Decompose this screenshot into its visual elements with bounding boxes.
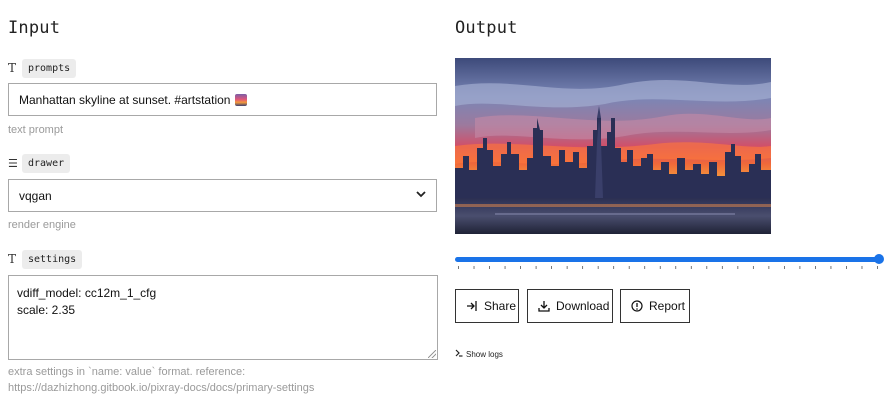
text-type-icon: T xyxy=(8,252,17,266)
settings-hint-line-1: extra settings in `name: value` format. … xyxy=(8,366,246,378)
show-logs-label: Show logs xyxy=(466,349,503,359)
output-image xyxy=(455,58,771,234)
prompts-label-text: prompts xyxy=(22,58,77,78)
settings-label-text: settings xyxy=(22,249,83,269)
download-button[interactable]: Download xyxy=(527,289,613,323)
resize-handle-icon[interactable] xyxy=(428,350,436,358)
share-button-label: Share xyxy=(484,299,517,313)
report-button-label: Report xyxy=(649,299,686,313)
share-button[interactable]: Share xyxy=(455,289,519,323)
prompts-input-value: Manhattan skyline at sunset. #artstation xyxy=(19,92,231,107)
settings-textarea[interactable]: vdiff_model: cc12m_1_cfg scale: 2.35 xyxy=(8,275,438,360)
settings-hint: extra settings in `name: value` format. … xyxy=(8,364,314,396)
drawer-label: ☰ drawer xyxy=(8,153,71,173)
terminal-icon xyxy=(455,349,463,359)
alert-circle-icon xyxy=(631,300,643,312)
settings-label: T settings xyxy=(8,249,83,269)
drawer-label-text: drawer xyxy=(22,153,71,173)
chevron-down-icon xyxy=(416,190,426,201)
frame-slider[interactable] xyxy=(455,252,884,272)
settings-line-2: scale: 2.35 xyxy=(17,303,76,317)
drawer-selected-value: vqgan xyxy=(19,188,52,203)
prompts-input[interactable]: Manhattan skyline at sunset. #artstation xyxy=(8,83,437,116)
output-heading: Output xyxy=(455,18,518,38)
share-icon xyxy=(466,300,478,312)
download-button-label: Download xyxy=(556,299,610,313)
slider-track xyxy=(455,257,879,262)
settings-hint-line-2: https://dazhizhong.gitbook.io/pixray-doc… xyxy=(8,382,315,394)
slider-ticks xyxy=(458,266,878,269)
settings-line-1: vdiff_model: cc12m_1_cfg xyxy=(17,286,157,300)
drawer-select[interactable]: vqgan xyxy=(8,179,437,212)
download-icon xyxy=(538,300,550,312)
drawer-hint: render engine xyxy=(8,219,76,231)
slider-thumb[interactable] xyxy=(874,254,884,264)
sunset-emoji-icon xyxy=(235,93,248,106)
text-type-icon: T xyxy=(8,61,17,75)
show-logs-link[interactable]: Show logs xyxy=(455,349,503,359)
list-icon: ☰ xyxy=(8,156,18,170)
input-heading: Input xyxy=(8,18,61,38)
prompts-hint: text prompt xyxy=(8,124,64,136)
report-button[interactable]: Report xyxy=(620,289,690,323)
prompts-label: T prompts xyxy=(8,58,77,78)
